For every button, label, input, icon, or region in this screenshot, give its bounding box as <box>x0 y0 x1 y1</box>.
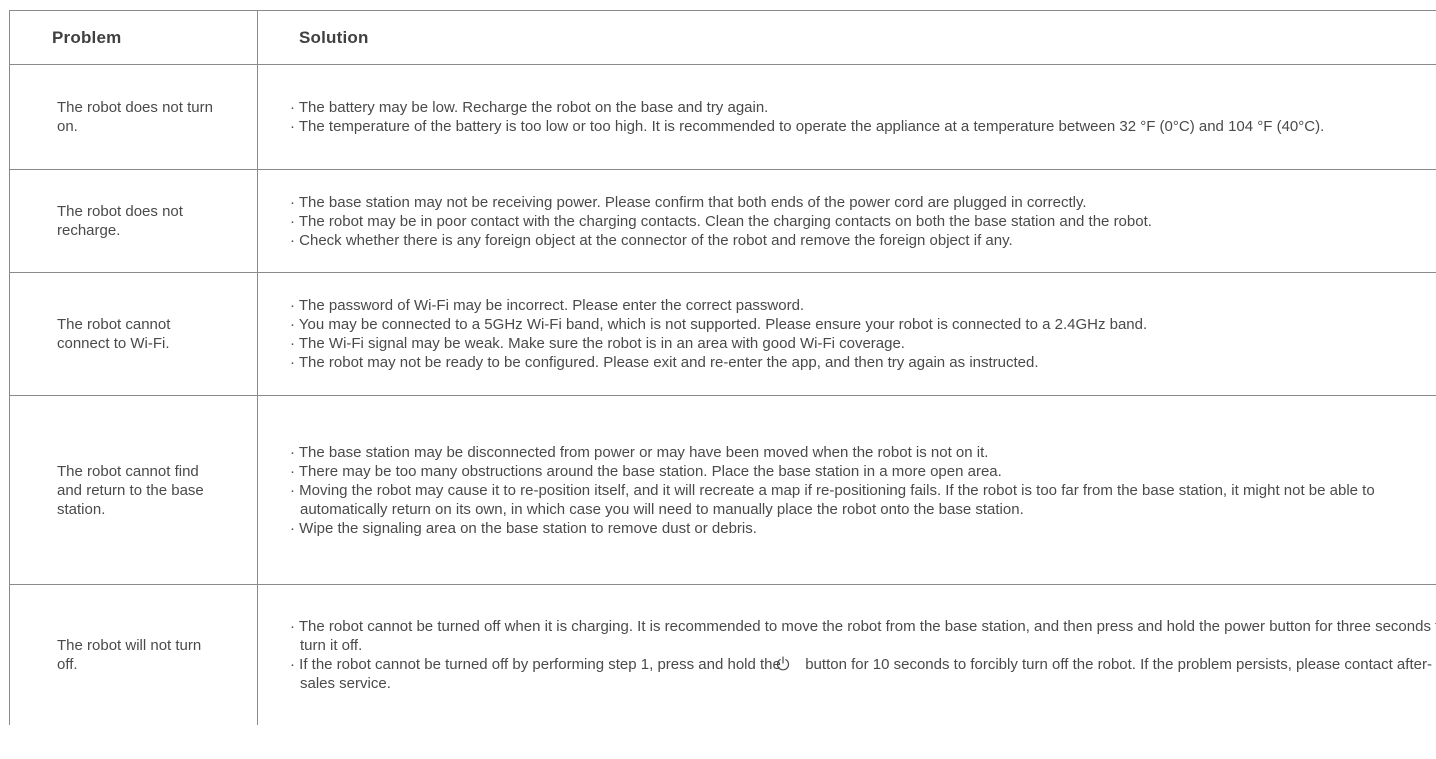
header-solution: Solution <box>299 27 369 47</box>
solution-item: · The temperature of the battery is too … <box>290 118 1325 135</box>
solution-cell: · The base station may be disconnected f… <box>258 396 1436 584</box>
solution-cell: · The password of Wi-Fi may be incorrect… <box>258 273 1436 395</box>
table-row: The robot does not turn on. · The batter… <box>10 65 1436 170</box>
table-row: The robot cannot connect to Wi-Fi. · The… <box>10 273 1436 396</box>
solution-item: · There may be too many obstructions aro… <box>290 462 1002 480</box>
solution-cell: · The robot cannot be turned off when it… <box>258 585 1436 725</box>
troubleshooting-table: Problem Solution The robot does not turn… <box>9 10 1436 725</box>
solution-cell: · The base station may not be receiving … <box>258 170 1436 272</box>
solution-item: · The base station may not be receiving … <box>290 193 1087 211</box>
solution-item: · The battery may be low. Recharge the r… <box>290 99 769 116</box>
solution-item: · The robot may be in poor contact with … <box>290 212 1152 230</box>
table-row: The robot will not turn off. · The robot… <box>10 585 1436 725</box>
solution-item: · You may be connected to a 5GHz Wi-Fi b… <box>290 316 1148 333</box>
problem-cell: The robot cannot find and return to the … <box>10 396 258 584</box>
solution-item: · The robot cannot be turned off when it… <box>290 618 1436 654</box>
problem-cell: The robot cannot connect to Wi-Fi. <box>10 273 258 395</box>
solution-item: · If the robot cannot be turned off by p… <box>290 655 1436 693</box>
problem-cell: The robot will not turn off. <box>10 585 258 725</box>
solution-item: · The robot may not be ready to be confi… <box>290 354 1039 371</box>
table-row: The robot does not recharge. · The base … <box>10 170 1436 273</box>
solution-item: · The Wi-Fi signal may be weak. Make sur… <box>290 335 905 352</box>
solution-item: · Check whether there is any foreign obj… <box>290 231 1013 249</box>
problem-cell: The robot does not recharge. <box>10 170 258 272</box>
solution-cell: · The battery may be low. Recharge the r… <box>258 65 1436 169</box>
solution-item: · The base station may be disconnected f… <box>290 443 989 461</box>
solution-item: · Moving the robot may cause it to re-po… <box>290 481 1375 518</box>
table-header: Problem Solution <box>10 11 1436 65</box>
solution-item: · Wipe the signaling area on the base st… <box>290 519 757 537</box>
problem-cell: The robot does not turn on. <box>10 65 258 169</box>
solution-item: · The password of Wi-Fi may be incorrect… <box>290 297 805 314</box>
table-row: The robot cannot find and return to the … <box>10 396 1436 585</box>
header-problem: Problem <box>10 11 258 64</box>
solution-text: · If the robot cannot be turned off by p… <box>290 656 781 673</box>
power-icon <box>776 656 800 671</box>
